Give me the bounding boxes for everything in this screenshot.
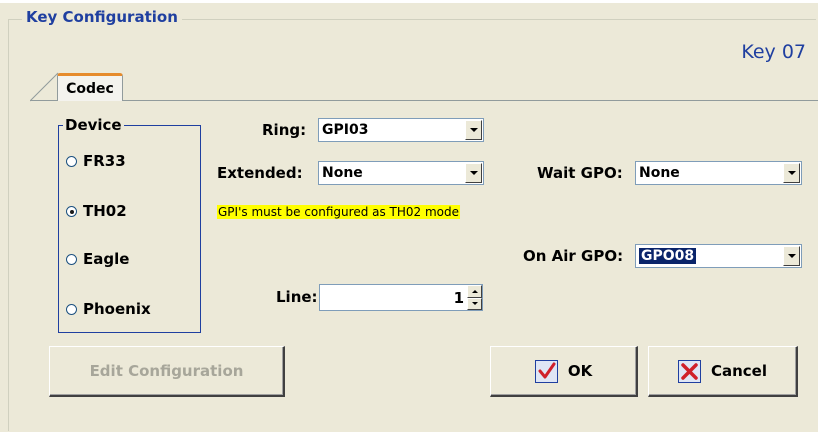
on-air-gpo-value: GPO08 bbox=[636, 248, 783, 264]
on-air-gpo-label: On Air GPO: bbox=[523, 247, 624, 265]
radio-circle-icon[interactable] bbox=[66, 303, 77, 315]
wait-gpo-select[interactable]: None bbox=[635, 161, 802, 185]
extended-label: Extended: bbox=[217, 164, 303, 182]
cancel-label: Cancel bbox=[710, 362, 767, 380]
chevron-down-icon[interactable] bbox=[465, 163, 482, 183]
wait-gpo-value: None bbox=[639, 165, 680, 181]
ring-label: Ring: bbox=[262, 121, 307, 139]
on-air-gpo-select[interactable]: GPO08 bbox=[635, 244, 802, 268]
spinner-buttons bbox=[467, 285, 482, 310]
extended-value: None bbox=[322, 165, 363, 181]
tab-codec[interactable]: Codec bbox=[57, 73, 123, 101]
chevron-down-icon[interactable] bbox=[783, 246, 800, 266]
device-legend: Device bbox=[63, 116, 124, 134]
cancel-button[interactable]: Cancel bbox=[648, 346, 798, 397]
group-title: Key Configuration bbox=[22, 8, 182, 26]
radio-label: Eagle bbox=[83, 250, 130, 268]
spin-up-icon[interactable] bbox=[467, 285, 482, 298]
on-air-gpo-selected-text: GPO08 bbox=[639, 248, 697, 264]
radio-checked-icon[interactable] bbox=[66, 205, 77, 217]
wait-gpo-label: Wait GPO: bbox=[537, 164, 623, 182]
radio-label: FR33 bbox=[83, 152, 126, 170]
chevron-down-icon[interactable] bbox=[465, 120, 482, 140]
radio-eagle[interactable]: Eagle bbox=[66, 250, 129, 268]
window-top-edge bbox=[0, 0, 818, 3]
ok-label: OK bbox=[567, 362, 593, 380]
chevron-down-icon[interactable] bbox=[783, 163, 800, 183]
key-label: Key 07 bbox=[741, 41, 806, 63]
radio-circle-icon[interactable] bbox=[66, 155, 77, 167]
radio-th02[interactable]: TH02 bbox=[66, 202, 127, 220]
checkmark-icon bbox=[534, 359, 558, 383]
radio-phoenix[interactable]: Phoenix bbox=[66, 300, 151, 318]
edit-configuration-button[interactable]: Edit Configuration bbox=[49, 346, 285, 397]
radio-label: Phoenix bbox=[83, 300, 151, 318]
spin-down-icon[interactable] bbox=[467, 297, 482, 310]
red-x-icon bbox=[677, 359, 701, 383]
radio-circle-icon[interactable] bbox=[66, 253, 77, 265]
edit-configuration-label: Edit Configuration bbox=[89, 362, 244, 380]
ring-value: GPI03 bbox=[322, 122, 369, 138]
warning-note: GPI's must be configured as TH02 mode bbox=[217, 205, 461, 219]
line-spinner[interactable]: 1 bbox=[319, 284, 483, 311]
key-configuration-panel: Key Configuration Key 07 Codec Device FR… bbox=[0, 0, 818, 432]
ok-button[interactable]: OK bbox=[490, 346, 638, 397]
line-label: Line: bbox=[276, 288, 318, 306]
ring-select[interactable]: GPI03 bbox=[318, 118, 484, 142]
radio-fr33[interactable]: FR33 bbox=[66, 152, 126, 170]
extended-select[interactable]: None bbox=[318, 161, 484, 185]
radio-label: TH02 bbox=[83, 202, 127, 220]
line-value[interactable]: 1 bbox=[320, 289, 467, 307]
tab-slant-edge bbox=[30, 72, 59, 102]
